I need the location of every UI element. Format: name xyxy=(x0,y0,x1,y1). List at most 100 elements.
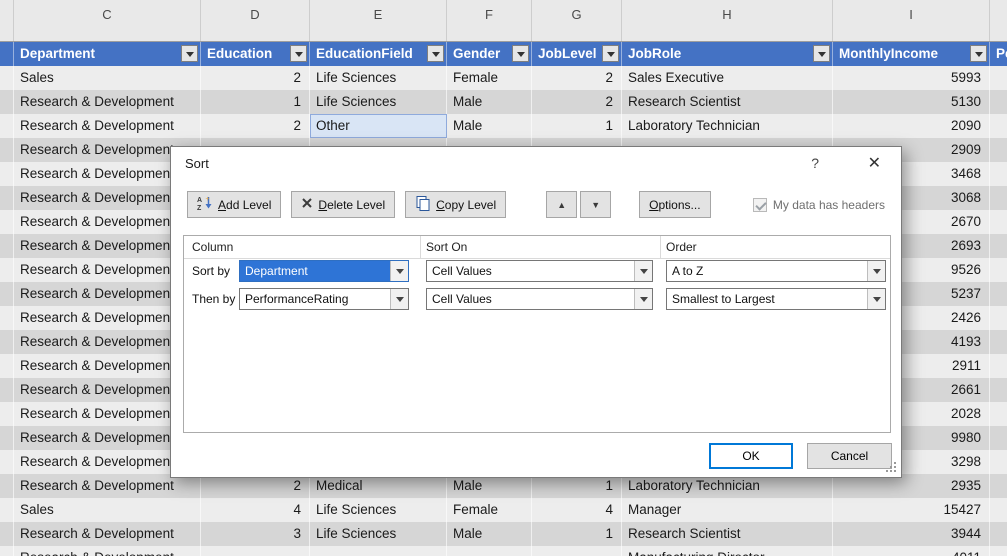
column-letter-f[interactable]: F xyxy=(447,0,532,41)
cell-job-role[interactable]: Research Scientist xyxy=(622,90,833,114)
cell-education[interactable]: 4 xyxy=(201,498,310,522)
cell-job-level[interactable]: 1 xyxy=(532,114,622,138)
row-left-sliver xyxy=(0,378,14,402)
filter-button-education-field[interactable] xyxy=(427,45,444,62)
cell-education[interactable]: 3 xyxy=(201,522,310,546)
ok-button[interactable]: OK xyxy=(709,443,793,469)
cell-education-field[interactable] xyxy=(310,546,447,556)
cell-monthly-income[interactable]: 5130 xyxy=(833,90,990,114)
cell-gender[interactable]: Female xyxy=(447,498,532,522)
chevron-down-icon[interactable] xyxy=(390,289,408,309)
chevron-down-icon[interactable] xyxy=(390,261,408,281)
column-letter-e[interactable]: E xyxy=(310,0,447,41)
sort-by-column-select[interactable]: Department xyxy=(239,260,409,282)
cell-department[interactable]: Research & Development xyxy=(14,90,201,114)
chevron-down-icon[interactable] xyxy=(867,261,885,281)
cell-monthly-income[interactable]: 2090 xyxy=(833,114,990,138)
header-label: JobLevel xyxy=(538,46,597,61)
cell-job-role[interactable]: Research Scientist xyxy=(622,522,833,546)
column-letter-c[interactable]: C xyxy=(14,0,201,41)
header-job-level[interactable]: JobLevel xyxy=(532,42,622,66)
cell-department[interactable]: Sales xyxy=(14,66,201,90)
cell-education-field[interactable]: Life Sciences xyxy=(310,90,447,114)
move-down-button[interactable]: ▼ xyxy=(580,191,612,218)
header-education-field[interactable]: EducationField xyxy=(310,42,447,66)
header-partial-next-column[interactable]: Pe xyxy=(990,42,1007,66)
cell-gender[interactable] xyxy=(447,546,532,556)
add-level-button[interactable]: A Z + Add Level xyxy=(187,191,282,218)
header-education[interactable]: Education xyxy=(201,42,310,66)
chevron-down-icon[interactable] xyxy=(867,289,885,309)
row-left-sliver xyxy=(0,90,14,114)
resize-grip[interactable] xyxy=(886,462,898,474)
sort-by-sort-on-select[interactable]: Cell Values xyxy=(426,260,653,282)
then-by-sort-on-select[interactable]: Cell Values xyxy=(426,288,653,310)
header-gender[interactable]: Gender xyxy=(447,42,532,66)
cell-job-role[interactable]: Laboratory Technician xyxy=(622,114,833,138)
cell-job-level[interactable]: 2 xyxy=(532,90,622,114)
sort-by-order-select[interactable]: A to Z xyxy=(666,260,886,282)
column-letter-h[interactable]: H xyxy=(622,0,833,41)
cell-job-role[interactable]: Manufacturing Director xyxy=(622,546,833,556)
cell-education[interactable]: 2 xyxy=(201,114,310,138)
cell-partial-next xyxy=(990,498,1007,522)
move-up-button[interactable]: ▲ xyxy=(546,191,578,218)
close-icon[interactable]: ✕ xyxy=(868,153,881,173)
cell-job-level[interactable] xyxy=(532,546,622,556)
cell-monthly-income[interactable]: 4011 xyxy=(833,546,990,556)
cell-education-field[interactable]: Life Sciences xyxy=(310,498,447,522)
checkbox-checked-icon xyxy=(752,197,767,212)
filter-button-monthly-income[interactable] xyxy=(970,45,987,62)
cell-monthly-income[interactable]: 5993 xyxy=(833,66,990,90)
cell-monthly-income[interactable]: 3944 xyxy=(833,522,990,546)
filter-button-job-level[interactable] xyxy=(602,45,619,62)
chevron-down-icon[interactable] xyxy=(634,261,652,281)
cell-job-level[interactable]: 1 xyxy=(532,522,622,546)
cell-job-level[interactable]: 2 xyxy=(532,66,622,90)
my-data-has-headers-checkbox[interactable]: My data has headers xyxy=(752,197,885,212)
then-by-order-select[interactable]: Smallest to Largest xyxy=(666,288,886,310)
delete-level-button[interactable]: Delete Level xyxy=(291,191,396,218)
header-job-role[interactable]: JobRole xyxy=(622,42,833,66)
cell-department[interactable]: Research & Development xyxy=(14,522,201,546)
filter-button-gender[interactable] xyxy=(512,45,529,62)
cancel-button[interactable]: Cancel xyxy=(807,443,892,469)
cell-gender[interactable]: Female xyxy=(447,66,532,90)
column-letter-g[interactable]: G xyxy=(532,0,622,41)
filter-button-department[interactable] xyxy=(181,45,198,62)
cell-education-field[interactable]: Life Sciences xyxy=(310,66,447,90)
options-button[interactable]: Options... xyxy=(639,191,711,218)
cell-monthly-income[interactable]: 15427 xyxy=(833,498,990,522)
column-letter-d[interactable]: D xyxy=(201,0,310,41)
cell-partial-next xyxy=(990,546,1007,556)
row-left-sliver xyxy=(0,426,14,450)
then-by-column-select[interactable]: PerformanceRating xyxy=(239,288,409,310)
filter-button-education[interactable] xyxy=(290,45,307,62)
cell-education[interactable]: 2 xyxy=(201,66,310,90)
cell-department[interactable]: Research & Development xyxy=(14,114,201,138)
row-left-sliver xyxy=(0,282,14,306)
copy-level-button[interactable]: Copy Level xyxy=(405,191,507,218)
header-department[interactable]: Department xyxy=(14,42,201,66)
cell-gender[interactable]: Male xyxy=(447,90,532,114)
cell-department[interactable]: Research & Development xyxy=(14,546,201,556)
row-left-sliver xyxy=(0,498,14,522)
cell-job-role[interactable]: Manager xyxy=(622,498,833,522)
svg-text:+: + xyxy=(206,196,210,203)
cell-education-field[interactable]: Other xyxy=(310,114,447,138)
row-left-sliver xyxy=(0,210,14,234)
cell-education-field[interactable]: Life Sciences xyxy=(310,522,447,546)
filter-button-job-role[interactable] xyxy=(813,45,830,62)
help-icon[interactable]: ? xyxy=(811,155,819,171)
cell-education[interactable]: 1 xyxy=(201,90,310,114)
chevron-down-icon[interactable] xyxy=(634,289,652,309)
header-monthly-income[interactable]: MonthlyIncome xyxy=(833,42,990,66)
cell-gender[interactable]: Male xyxy=(447,522,532,546)
cell-job-role[interactable]: Sales Executive xyxy=(622,66,833,90)
column-letter-i[interactable]: I xyxy=(833,0,990,41)
copy-level-label: Copy Level xyxy=(436,197,497,212)
cell-department[interactable]: Sales xyxy=(14,498,201,522)
cell-education[interactable] xyxy=(201,546,310,556)
cell-gender[interactable]: Male xyxy=(447,114,532,138)
cell-job-level[interactable]: 4 xyxy=(532,498,622,522)
